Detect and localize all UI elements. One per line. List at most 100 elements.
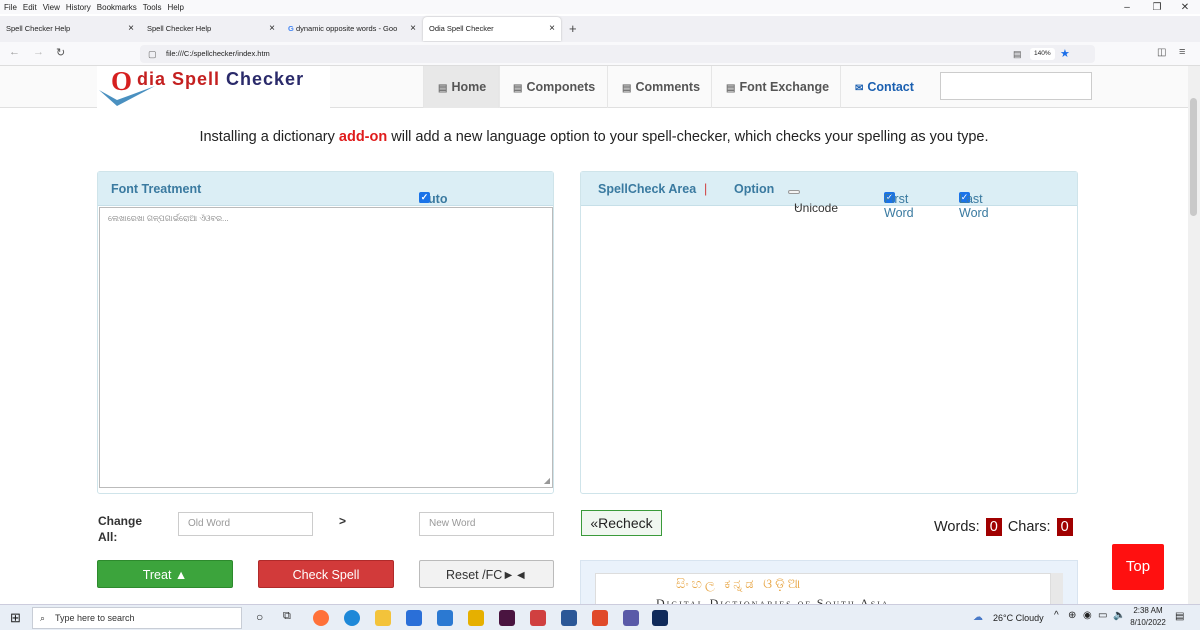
spellcheck-title: SpellCheck Area xyxy=(598,182,697,196)
close-window-button[interactable]: ✕ xyxy=(1170,0,1200,16)
file-icon: ▤ xyxy=(513,83,523,94)
page-scrollbar[interactable] xyxy=(1188,66,1200,604)
tray-chevron-icon[interactable]: ^ xyxy=(1054,610,1059,621)
minimize-button[interactable]: – xyxy=(1112,0,1142,16)
tab-dynamic-opposite-words[interactable]: G dynamic opposite words - Goo × xyxy=(282,17,422,41)
firefox-icon[interactable] xyxy=(313,610,329,626)
windows-start-icon[interactable]: ⊞ xyxy=(10,610,21,626)
file-icon: ▤ xyxy=(622,83,632,94)
dictionary-scrollbar[interactable] xyxy=(1051,573,1063,604)
app-icon[interactable] xyxy=(592,610,608,626)
google-icon: G xyxy=(288,24,294,33)
search-icon: ⌕ xyxy=(40,613,46,623)
page-content: O dia Spell Checker ▤ Home ▤ Componets ▤ Co… xyxy=(0,66,1188,604)
close-tab-icon[interactable]: × xyxy=(410,17,416,41)
nav-comments[interactable]: ▤ Comments xyxy=(607,66,714,108)
new-word-input[interactable]: New Word xyxy=(419,512,554,536)
treat-button[interactable]: Treat ▲ xyxy=(97,560,233,588)
tab-spell-checker-help-2[interactable]: Spell Checker Help × xyxy=(141,17,281,41)
scrollbar-thumb[interactable] xyxy=(1190,98,1197,216)
new-tab-button[interactable]: + xyxy=(569,21,577,36)
top-button[interactable]: Top xyxy=(1112,544,1164,590)
url-bar[interactable]: ▢ file:///C:/spellchecker/index.htm ▤ 14… xyxy=(140,45,1095,63)
add-on-link[interactable]: add-on xyxy=(339,129,387,145)
dictionary-frame[interactable]: සිංහල ಕನ್ನಡ ଓଡ଼ିଆ Digital Dictionaries o… xyxy=(595,573,1051,604)
cortana-icon[interactable]: ○ xyxy=(256,610,263,624)
font-treatment-textarea[interactable]: ଲେଖାରେଖା ଗଳ୍ପଗାର୍ଭରୋଆ ଏଁଓବର... ◢ xyxy=(99,207,553,488)
menu-bar: File Edit View History Bookmarks Tools H… xyxy=(0,0,1200,14)
restore-button[interactable]: ❐ xyxy=(1142,0,1172,16)
reload-icon[interactable]: ↻ xyxy=(56,46,65,59)
close-tab-icon[interactable]: × xyxy=(128,17,134,41)
hamburger-menu-icon[interactable]: ≡ xyxy=(1179,46,1185,58)
taskbar: ⊞ ⌕ Type here to search ○ ⧉ ☁ 26°C Cloud… xyxy=(0,604,1200,630)
font-treatment-header: Font Treatment Auto Correct ✓ xyxy=(98,172,553,220)
site-search-input[interactable] xyxy=(940,72,1092,100)
volume-icon[interactable]: 🔈 xyxy=(1113,610,1125,621)
change-arrow: > xyxy=(339,514,347,528)
old-word-input[interactable]: Old Word xyxy=(178,512,313,536)
pocket-icon[interactable]: ◫ xyxy=(1157,47,1166,58)
tray-icon[interactable]: ◉ xyxy=(1083,610,1092,621)
taskbar-search-input[interactable]: ⌕ Type here to search xyxy=(32,607,242,629)
store-icon[interactable] xyxy=(406,610,422,626)
menu-edit[interactable]: Edit xyxy=(23,3,37,12)
words-count: 0 xyxy=(985,518,1002,536)
site-logo[interactable]: O dia Spell Checker xyxy=(97,66,330,108)
edge-icon[interactable] xyxy=(344,610,360,626)
menu-file[interactable]: File xyxy=(4,3,17,12)
file-icon: ▤ xyxy=(726,83,736,94)
close-tab-icon[interactable]: × xyxy=(549,17,555,41)
tab-odia-spell-checker[interactable]: Odia Spell Checker × xyxy=(423,17,561,41)
clock-date[interactable]: 8/10/2022 xyxy=(1129,618,1167,627)
notifications-icon[interactable]: ▤ xyxy=(1175,611,1184,622)
app-icon[interactable] xyxy=(623,610,639,626)
font-treatment-title: Font Treatment xyxy=(111,182,202,196)
zoom-level[interactable]: 140% xyxy=(1030,48,1055,60)
reader-view-icon[interactable]: ▤ xyxy=(1013,45,1022,63)
back-icon[interactable]: ← xyxy=(9,46,20,58)
chars-label: Chars: xyxy=(1007,519,1051,535)
dictionary-banner: සිංහල ಕನ್ನಡ ଓଡ଼ିଆ Digital Dictionaries o… xyxy=(580,560,1078,604)
check-spell-button[interactable]: Check Spell xyxy=(258,560,394,588)
font-treatment-panel: Font Treatment Auto Correct ✓ ଲେଖାରେଖା ଗ… xyxy=(97,171,554,494)
nav-font-exchange[interactable]: ▤ Font Exchange xyxy=(711,66,843,108)
auto-correct-checkbox[interactable]: ✓ xyxy=(419,192,430,203)
menu-view[interactable]: View xyxy=(43,3,60,12)
nav-contact[interactable]: ✉ Contact xyxy=(840,66,928,108)
menu-help[interactable]: Help xyxy=(167,3,183,12)
reset-button[interactable]: Reset /FC►◄ xyxy=(419,560,554,588)
photoshop-icon[interactable] xyxy=(652,610,668,626)
tab-spell-checker-help-1[interactable]: Spell Checker Help × xyxy=(0,17,140,41)
weather-text[interactable]: 26°C Cloudy xyxy=(993,613,1044,623)
menu-history[interactable]: History xyxy=(66,3,91,12)
close-tab-icon[interactable]: × xyxy=(269,17,275,41)
file-explorer-icon[interactable] xyxy=(375,610,391,626)
bookmark-star-icon[interactable]: ★ xyxy=(1060,45,1070,63)
file-icon: ▤ xyxy=(438,83,448,94)
tray-icon[interactable]: ▭ xyxy=(1098,610,1107,621)
nav-home[interactable]: ▤ Home xyxy=(423,66,501,108)
intro-text: Installing a dictionary add-on will add … xyxy=(199,129,989,145)
indesign-icon[interactable] xyxy=(499,610,515,626)
key-app-icon[interactable] xyxy=(468,610,484,626)
change-all-label: Change All: xyxy=(98,514,143,544)
tray-icon[interactable]: ⊕ xyxy=(1068,610,1076,621)
navigation-bar: ← → ↻ ▢ file:///C:/spellchecker/index.ht… xyxy=(0,42,1200,66)
logo-letter: O xyxy=(111,66,133,96)
app-icon[interactable] xyxy=(530,610,546,626)
nav-componets[interactable]: ▤ Componets xyxy=(498,66,609,108)
menu-tools[interactable]: Tools xyxy=(143,3,162,12)
forward-icon[interactable]: → xyxy=(33,46,44,58)
spellcheck-header: SpellCheck Area | Option Unicode ⌄ ✓ Fir… xyxy=(581,172,1077,220)
mail-icon: ✉ xyxy=(855,83,864,94)
mail-app-icon[interactable] xyxy=(437,610,453,626)
word-icon[interactable] xyxy=(561,610,577,626)
clock-time[interactable]: 2:38 AM xyxy=(1131,606,1165,615)
menu-bookmarks[interactable]: Bookmarks xyxy=(97,3,137,12)
spellcheck-area[interactable] xyxy=(581,207,1077,493)
weather-icon: ☁ xyxy=(973,612,983,623)
recheck-button[interactable]: «Recheck xyxy=(581,510,662,536)
task-view-icon[interactable]: ⧉ xyxy=(283,610,291,623)
resize-grip-icon[interactable]: ◢ xyxy=(544,476,550,485)
